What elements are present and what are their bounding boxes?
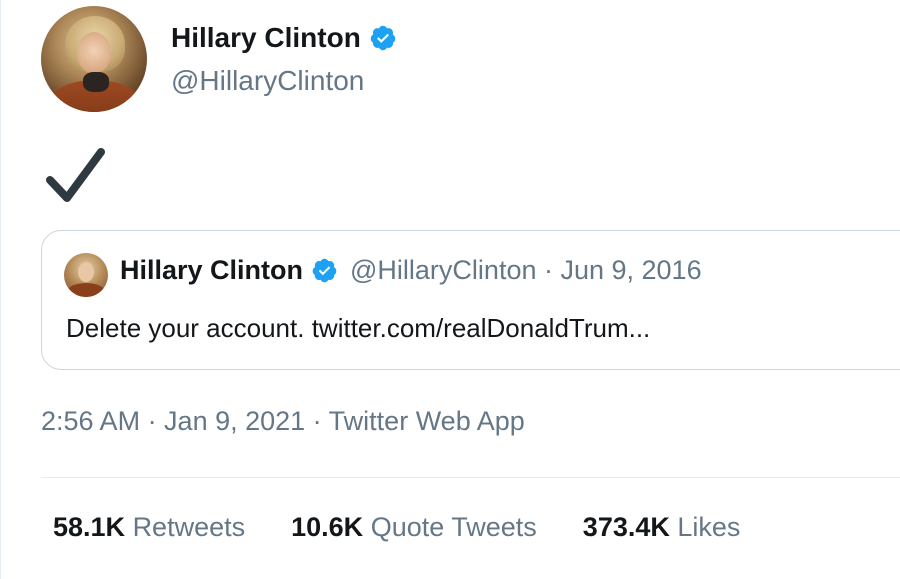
quote-tweets-label: Quote Tweets [370, 512, 537, 542]
tweet-timestamp[interactable]: 2:56 AM · Jan 9, 2021 · Twitter Web App [41, 406, 525, 437]
quoted-verified-badge-icon [312, 258, 337, 283]
stat-likes[interactable]: 373.4K Likes [583, 512, 741, 543]
quoted-avatar-face [78, 262, 94, 282]
quoted-avatar-shoulders [66, 283, 106, 297]
author-info: Hillary Clinton @HillaryClinton [171, 20, 397, 100]
quoted-handle-and-date: @HillaryClinton · Jun 9, 2016 [350, 255, 702, 285]
quoted-author-avatar [64, 253, 108, 297]
likes-count: 373.4K [582, 512, 678, 542]
avatar-face [77, 32, 111, 74]
quoted-tweet-card[interactable]: Hillary Clinton @HillaryClinton · Jun 9,… [41, 230, 900, 370]
stat-quote-tweets[interactable]: 10.6K Quote Tweets [291, 512, 537, 543]
check-mark-icon [46, 148, 105, 202]
author-handle[interactable]: @HillaryClinton [171, 62, 397, 100]
likes-label: Likes [677, 512, 741, 542]
divider [41, 477, 900, 478]
tweet-detail: Hillary Clinton @HillaryClinton Hillary … [0, 0, 900, 579]
avatar-scarf [83, 72, 109, 92]
retweets-count: 58.1K [53, 512, 133, 542]
stat-retweets[interactable]: 58.1K Retweets [53, 512, 245, 543]
author-display-name[interactable]: Hillary Clinton [171, 20, 361, 56]
author-name-row[interactable]: Hillary Clinton [171, 20, 397, 56]
quoted-author-name: Hillary Clinton [120, 255, 304, 285]
retweets-label: Retweets [132, 512, 246, 542]
quoted-tweet-text: Delete your account. twitter.com/realDon… [66, 313, 651, 343]
quote-tweets-count: 10.6K [291, 512, 371, 542]
tweet-stats: 58.1K Retweets 10.6K Quote Tweets 373.4K… [53, 512, 786, 543]
quoted-tweet-header: Hillary Clinton @HillaryClinton · Jun 9,… [120, 255, 702, 286]
verified-badge-icon [370, 25, 396, 51]
author-avatar[interactable] [41, 6, 147, 112]
